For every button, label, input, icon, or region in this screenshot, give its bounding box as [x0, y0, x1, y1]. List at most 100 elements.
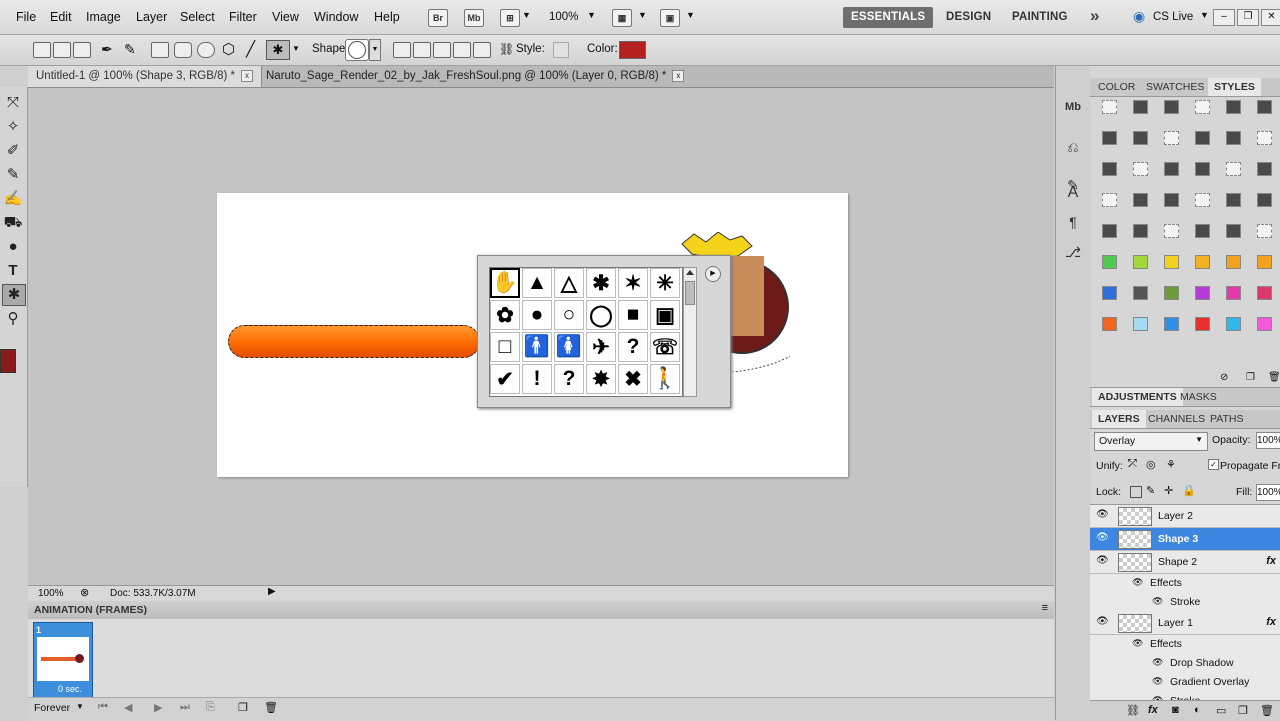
shape-option[interactable]: ! [522, 364, 552, 394]
new-style-icon[interactable]: ❐ [1246, 372, 1255, 383]
style-swatch[interactable] [1164, 162, 1179, 176]
view-extras-icon[interactable]: ⊞ [500, 9, 520, 27]
move-tool-icon[interactable]: ⤧ [2, 93, 24, 113]
style-swatch[interactable] [1257, 131, 1272, 145]
shape-option[interactable]: ? [554, 364, 584, 394]
maximize-button[interactable]: ❐ [1237, 9, 1259, 26]
effect-row[interactable]: 👁 Effects [1090, 635, 1280, 655]
shape-option[interactable]: ✶ [618, 268, 648, 298]
subtract-shape-icon[interactable] [433, 42, 451, 58]
fill-input[interactable]: 100% [1256, 484, 1280, 501]
style-swatch[interactable] [1164, 100, 1179, 114]
blend-mode-select[interactable]: Overlay ▼ [1094, 432, 1208, 451]
style-swatch[interactable] [1133, 224, 1148, 238]
style-swatch[interactable] [1195, 131, 1210, 145]
chevron-down-icon[interactable]: ▼ [686, 10, 695, 20]
tab-color[interactable]: COLOR [1092, 78, 1141, 96]
visibility-eye-icon[interactable]: 👁 [1096, 532, 1109, 544]
chevron-down-icon[interactable]: ▼ [638, 10, 647, 20]
style-swatch[interactable] [1257, 162, 1272, 176]
visibility-eye-icon[interactable]: 👁 [1152, 657, 1163, 668]
tab-swatches[interactable]: SWATCHES [1140, 78, 1210, 96]
exclude-shape-icon[interactable] [473, 42, 491, 58]
shape-option[interactable]: ✖ [618, 364, 648, 394]
zoom-tool-icon[interactable]: ⚲ [2, 309, 24, 329]
close-icon[interactable]: x [672, 69, 685, 82]
menu-image[interactable]: Image [86, 10, 121, 24]
style-swatch[interactable] [1133, 255, 1148, 269]
style-swatch[interactable] [1257, 255, 1272, 269]
group-icon[interactable]: ▭ [1216, 704, 1226, 717]
history-dock-icon[interactable]: ⎌ [1062, 136, 1084, 158]
add-style-icon[interactable]: fx [1148, 704, 1158, 716]
previous-frame-icon[interactable]: ◀ [124, 701, 132, 714]
style-swatch[interactable] [1102, 162, 1117, 176]
tween-icon[interactable]: ⎘ [206, 701, 215, 714]
workspace-painting[interactable]: PAINTING [1004, 7, 1076, 28]
tab-channels[interactable]: CHANNELS [1142, 410, 1211, 428]
loop-option[interactable]: Forever [34, 702, 70, 714]
style-swatch[interactable] [1164, 255, 1179, 269]
style-swatch[interactable] [1195, 286, 1210, 300]
trash-icon[interactable]: 🗑 [264, 701, 278, 714]
history-brush-icon[interactable]: ✍ [2, 189, 24, 209]
chevron-down-icon[interactable]: ▼ [1200, 10, 1209, 20]
zoom-level[interactable]: 100% [549, 11, 578, 23]
style-swatch[interactable] [1133, 193, 1148, 207]
animation-frame-1[interactable]: 1 0 sec. [33, 622, 93, 698]
unify-visibility-icon[interactable]: ◎ [1146, 458, 1156, 471]
shape-option[interactable]: ? [618, 332, 648, 362]
style-swatch[interactable] [1102, 317, 1117, 331]
freeform-pen-icon[interactable]: ✎ [124, 41, 136, 58]
trash-icon[interactable]: 🗑 [1268, 372, 1280, 383]
lock-image-icon[interactable]: ✎ [1146, 484, 1155, 497]
mini-bridge-icon[interactable]: Mb [464, 9, 484, 27]
effect-row[interactable]: 👁 Effects [1090, 574, 1280, 594]
new-layer-icon[interactable]: ❐ [1238, 704, 1248, 717]
layer-row[interactable]: 👁 Layer 2 [1090, 505, 1280, 528]
menu-file[interactable]: File [16, 10, 36, 24]
workspace-design[interactable]: DESIGN [938, 7, 999, 28]
unify-position-icon[interactable]: ⤱ [1128, 458, 1137, 471]
cs-live-label[interactable]: CS Live [1153, 11, 1193, 23]
style-swatch[interactable] [1226, 224, 1241, 238]
style-swatch[interactable] [1164, 193, 1179, 207]
tab-adjustments[interactable]: ADJUSTMENTS [1092, 388, 1183, 406]
adjustment-layer-icon[interactable]: ◐ [1194, 704, 1201, 716]
style-swatch[interactable] [1133, 286, 1148, 300]
style-swatch[interactable] [1102, 224, 1117, 238]
cs-live-icon[interactable]: ◉ [1133, 8, 1145, 25]
visibility-eye-icon[interactable]: 👁 [1096, 555, 1109, 567]
layer-row[interactable]: 👁 Layer 1 fx [1090, 612, 1280, 635]
style-swatch[interactable] [1226, 286, 1241, 300]
rectangle-tool-icon[interactable] [151, 42, 169, 58]
style-swatch[interactable] [1164, 224, 1179, 238]
line-tool-icon[interactable]: ╱ [246, 40, 255, 58]
shape-option[interactable]: ✋ [490, 268, 520, 298]
trash-icon[interactable]: 🗑 [1260, 704, 1274, 717]
add-mask-icon[interactable]: ◙ [1172, 704, 1179, 716]
visibility-eye-icon[interactable]: 👁 [1132, 577, 1143, 588]
visibility-eye-icon[interactable]: 👁 [1132, 638, 1143, 649]
add-shape-area-icon[interactable] [413, 42, 431, 58]
clone-source-dock-icon[interactable]: ⎇ [1062, 241, 1084, 263]
brush-tool-icon[interactable]: ✎ [2, 165, 24, 185]
effects-indicator[interactable]: fx [1266, 555, 1276, 567]
menu-view[interactable]: View [272, 10, 299, 24]
bridge-icon[interactable]: Br [428, 9, 448, 27]
shape-option[interactable]: ✳ [650, 268, 680, 298]
style-swatch[interactable] [1195, 193, 1210, 207]
lock-position-icon[interactable]: ✛ [1164, 484, 1173, 497]
style-swatch[interactable] [1102, 193, 1117, 207]
effect-row[interactable]: 👁 Drop Shadow [1090, 654, 1280, 674]
shape-option[interactable]: ✸ [586, 364, 616, 394]
rounded-rectangle-icon[interactable] [174, 42, 192, 58]
style-swatch[interactable] [1257, 224, 1272, 238]
scroll-up-icon[interactable] [686, 270, 694, 275]
scroll-thumb[interactable] [685, 281, 695, 305]
frame-delay[interactable]: 0 sec. [58, 684, 82, 694]
tab-untitled-1[interactable]: Untitled-1 @ 100% (Shape 3, RGB/8) * x [28, 66, 262, 87]
shape-option[interactable]: ▣ [650, 300, 680, 330]
play-icon[interactable]: ▶ [154, 701, 162, 714]
shape-layers-icon[interactable] [33, 42, 51, 58]
